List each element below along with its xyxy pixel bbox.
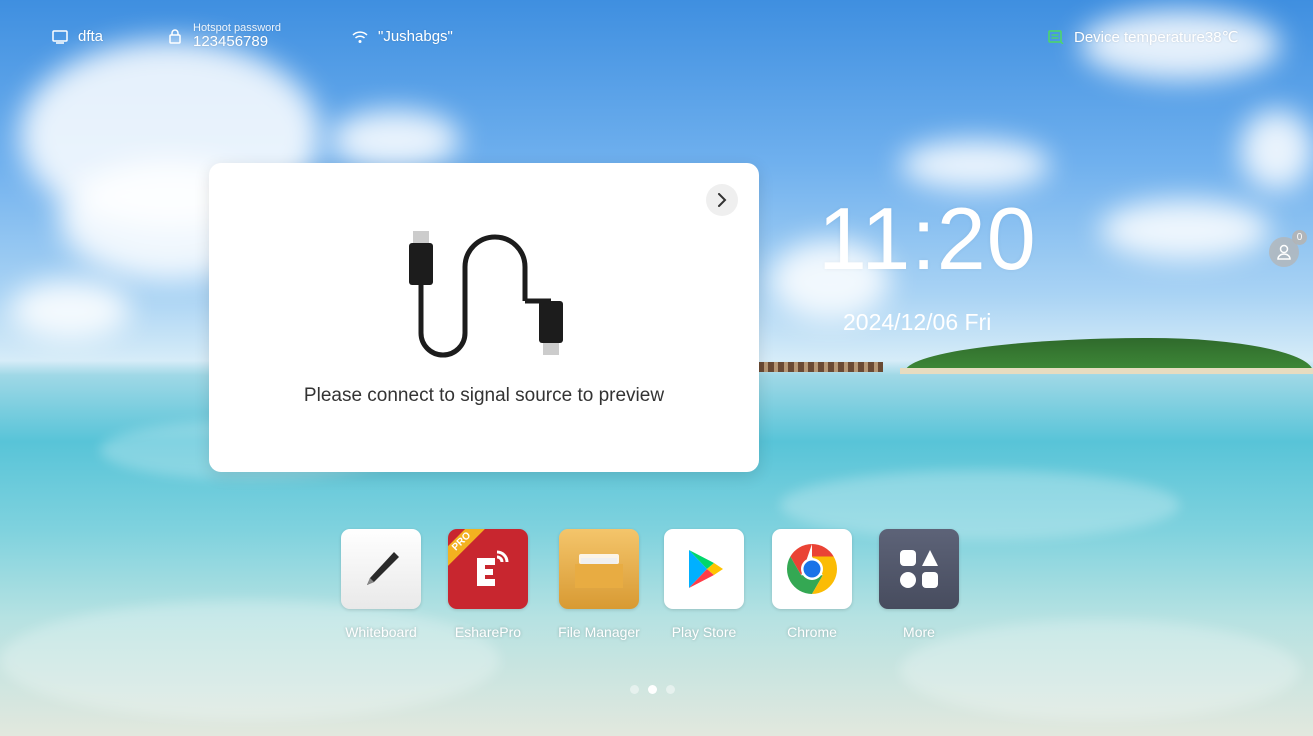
wifi-ssid: "Jushabgs" bbox=[378, 28, 453, 45]
water-villas bbox=[758, 362, 883, 372]
app-file-manager[interactable]: File Manager bbox=[547, 529, 651, 640]
hotspot-label: Hotspot password bbox=[193, 22, 282, 34]
app-esharepro[interactable]: PRO EsharePro bbox=[436, 529, 540, 640]
cloud bbox=[1240, 110, 1313, 190]
cloud bbox=[900, 140, 1050, 190]
hotspot-password: 123456789 bbox=[193, 33, 269, 51]
user-badge: 0 bbox=[1292, 230, 1307, 245]
page-indicator bbox=[630, 685, 675, 694]
lock-icon bbox=[169, 29, 181, 45]
app-label: Chrome bbox=[787, 624, 837, 640]
app-play-store[interactable]: Play Store bbox=[652, 529, 756, 640]
app-label: File Manager bbox=[558, 624, 640, 640]
network-name: dfta bbox=[78, 28, 104, 45]
app-label: EsharePro bbox=[454, 624, 522, 640]
pen-icon bbox=[341, 529, 421, 609]
page-dot[interactable] bbox=[666, 685, 675, 694]
device-temperature: Device temperature38℃ bbox=[1074, 29, 1239, 46]
temperature-icon bbox=[1048, 30, 1064, 44]
page-dot-active[interactable] bbox=[648, 685, 657, 694]
cloud bbox=[330, 110, 460, 170]
page-dot[interactable] bbox=[630, 685, 639, 694]
island-shore bbox=[900, 368, 1313, 374]
next-button[interactable] bbox=[706, 184, 738, 216]
app-chrome[interactable]: Chrome bbox=[760, 529, 864, 640]
cloud bbox=[10, 280, 130, 340]
wifi-status[interactable]: "Jushabgs" bbox=[352, 28, 453, 45]
more-apps-icon bbox=[879, 529, 959, 609]
preview-message: Please connect to signal source to previ… bbox=[303, 385, 665, 406]
user-icon bbox=[1277, 244, 1291, 260]
temperature-status: Device temperature38℃ bbox=[1048, 28, 1238, 46]
ethernet-icon bbox=[52, 29, 68, 44]
app-label: More bbox=[903, 624, 935, 640]
network-status[interactable]: dfta bbox=[52, 28, 103, 45]
cloud bbox=[1100, 200, 1270, 260]
folder-icon bbox=[559, 529, 639, 609]
launcher-screen: dfta Hotspot password 123456789 "Jushabg… bbox=[0, 0, 1313, 736]
chevron-right-icon bbox=[718, 193, 727, 207]
clock-time: 11:20 bbox=[818, 189, 1037, 288]
eshare-icon: PRO bbox=[448, 529, 528, 609]
island bbox=[905, 338, 1313, 372]
app-label: Play Store bbox=[671, 624, 737, 640]
app-label: Whiteboard bbox=[345, 624, 417, 640]
clock-date: 2024/12/06 Fri bbox=[843, 309, 992, 335]
hotspot-status[interactable]: Hotspot password 123456789 bbox=[167, 22, 281, 51]
chrome-icon bbox=[772, 529, 852, 609]
app-whiteboard[interactable]: Whiteboard bbox=[329, 529, 433, 640]
status-bar: dfta Hotspot password 123456789 "Jushabg… bbox=[0, 0, 1313, 70]
play-store-icon bbox=[664, 529, 744, 609]
app-dock: Whiteboard PRO EsharePro File Manager Pl… bbox=[0, 529, 1313, 649]
wifi-icon bbox=[352, 30, 368, 43]
signal-preview-card[interactable]: Please connect to signal source to previ… bbox=[209, 163, 759, 472]
hdmi-cable-icon bbox=[409, 231, 563, 358]
app-more[interactable]: More bbox=[867, 529, 971, 640]
